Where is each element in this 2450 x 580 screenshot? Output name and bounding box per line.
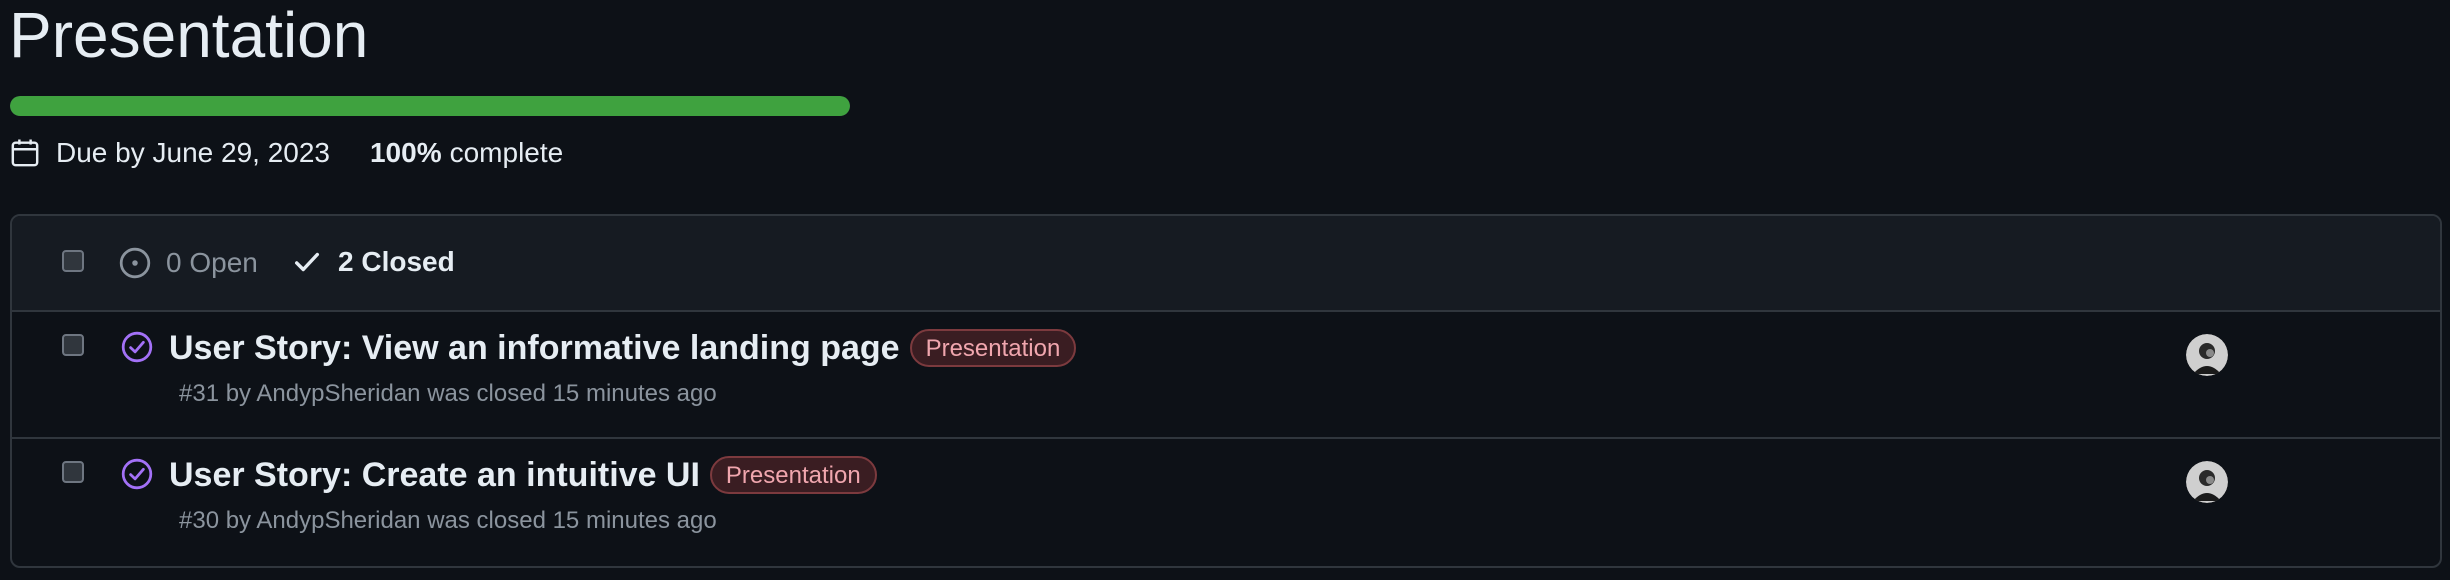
avatar-icon [2186,461,2228,503]
percent-complete-label: complete [449,137,564,168]
issues-list-header: 0 Open 2 Closed [12,216,2440,312]
issues-list: 0 Open 2 Closed User Story: View an info… [10,214,2442,568]
closed-count-label: 2 Closed [338,246,455,277]
issue-label[interactable]: Presentation [709,456,877,494]
issue-title-link[interactable]: User Story: View an informative landing … [169,326,900,370]
percent-complete-value: 100% [369,137,442,168]
milestone-title: Presentation [9,0,369,71]
assignee-avatar[interactable] [2186,334,2228,376]
assignee-avatar[interactable] [2186,461,2228,503]
check-icon [295,252,319,272]
issue-row: User Story: View an informative landing … [12,312,2440,439]
issue-meta: #30 by AndypSheridan was closed 15 minut… [179,507,717,534]
milestone-progress-bar [10,96,850,116]
issue-row: User Story: Create an intuitive UI Prese… [12,439,2440,564]
calendar-icon [11,139,39,167]
milestone-meta: Due by June 29, 2023 100% complete [10,135,563,171]
issue-closed-icon [121,458,153,490]
select-all-checkbox[interactable] [62,250,84,272]
issue-meta: #31 by AndypSheridan was closed 15 minut… [179,380,717,407]
issue-open-icon [119,247,151,279]
issue-title-line: User Story: View an informative landing … [169,326,1077,370]
issue-label[interactable]: Presentation [909,329,1077,367]
issue-title-link[interactable]: User Story: Create an intuitive UI [169,453,700,497]
issue-checkbox[interactable] [62,334,84,356]
open-count-label: 0 Open [166,247,258,278]
due-date: Due by June 29, 2023 [56,137,330,168]
open-issues-filter[interactable]: 0 Open [118,246,258,280]
avatar-icon [2186,334,2228,376]
issue-closed-icon [121,331,153,363]
issue-checkbox[interactable] [62,461,84,483]
issue-title-line: User Story: Create an intuitive UI Prese… [169,453,877,497]
progress-fill [10,96,850,116]
closed-issues-filter[interactable]: 2 Closed [292,246,455,278]
